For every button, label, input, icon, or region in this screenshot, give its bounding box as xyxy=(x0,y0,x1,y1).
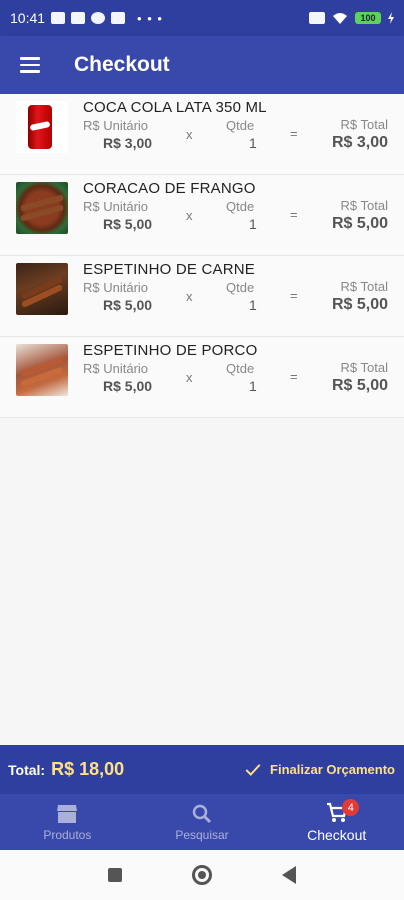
pork-skewer-image xyxy=(16,344,68,396)
total-price-label: R$ Total xyxy=(340,279,388,294)
bottom-navigation: Produtos Pesquisar Checkout 4 xyxy=(0,794,404,850)
unit-price-value: R$ 5,00 xyxy=(103,216,153,232)
unit-price-value: R$ 5,00 xyxy=(103,297,153,313)
status-bar: 10:41 • • • 100 xyxy=(0,0,404,36)
total-price-value: R$ 3,00 xyxy=(331,134,388,151)
total-amount: R$ 18,00 xyxy=(51,759,125,779)
status-time: 10:41 xyxy=(10,10,46,26)
total-price-label: R$ Total xyxy=(340,198,388,213)
quantity-label: Qtde xyxy=(226,118,255,133)
unit-price-label: R$ Unitário xyxy=(83,118,149,133)
nav-label: Produtos xyxy=(43,827,92,842)
quantity-label: Qtde xyxy=(226,361,255,376)
item-name: CORACAO DE FRANGO xyxy=(83,180,256,197)
nav-label: Checkout xyxy=(307,826,367,843)
total-bar: Total: R$ 18,00 Finalizar Orçamento xyxy=(0,745,404,794)
quantity-value: 1 xyxy=(249,216,257,232)
equals-sign: = xyxy=(290,207,298,222)
gallery-icon xyxy=(71,12,86,24)
item-name: ESPETINHO DE CARNE xyxy=(83,261,255,278)
unit-price-label: R$ Unitário xyxy=(83,199,149,214)
equals-sign: = xyxy=(290,126,298,141)
item-name: ESPETINHO DE PORCO xyxy=(83,342,258,359)
unit-price-label: R$ Unitário xyxy=(83,280,149,295)
total-price-label: R$ Total xyxy=(340,117,388,132)
battery-icon: 100 xyxy=(355,12,381,24)
home-icon[interactable] xyxy=(192,865,212,885)
hamburger-icon-line xyxy=(20,63,40,67)
page-title: Checkout xyxy=(74,53,170,76)
item-name: COCA COLA LATA 350 ML xyxy=(83,99,267,116)
multiply-sign: x xyxy=(186,370,193,385)
notification-icon xyxy=(51,12,66,24)
equals-sign: = xyxy=(290,369,298,384)
list-item[interactable]: ESPETINHO DE PORCO R$ Unitário R$ 5,00 x… xyxy=(0,337,404,418)
quantity-value: 1 xyxy=(249,378,257,394)
quantity-value: 1 xyxy=(249,135,257,151)
total-caption: Total: xyxy=(8,761,46,778)
total-price-label: R$ Total xyxy=(340,360,388,375)
recent-apps-icon[interactable] xyxy=(108,868,122,882)
wifi-icon xyxy=(333,13,347,24)
equals-sign: = xyxy=(290,288,298,303)
beef-skewer-image xyxy=(16,263,68,315)
back-icon[interactable] xyxy=(282,866,296,884)
total-price-value: R$ 5,00 xyxy=(331,215,388,232)
hamburger-icon xyxy=(20,57,40,60)
sim-icon xyxy=(309,12,325,24)
search-icon xyxy=(192,804,212,823)
cart-count-badge: 4 xyxy=(342,799,360,816)
multiply-sign: x xyxy=(186,208,193,223)
quantity-label: Qtde xyxy=(226,199,255,214)
soda-can-image xyxy=(16,101,68,153)
finalize-quote-button[interactable]: Finalizar Orçamento xyxy=(244,761,396,779)
chicken-heart-image xyxy=(16,182,68,234)
quantity-label: Qtde xyxy=(226,280,255,295)
unit-price-value: R$ 3,00 xyxy=(103,135,153,151)
unit-price-value: R$ 5,00 xyxy=(103,378,153,394)
more-notifications-icon: • • • xyxy=(137,10,163,26)
nav-item-pesquisar[interactable]: Pesquisar xyxy=(135,794,270,850)
multiply-sign: x xyxy=(186,127,193,142)
nav-item-checkout[interactable]: Checkout 4 xyxy=(269,794,404,850)
finalize-quote-label: Finalizar Orçamento xyxy=(270,762,395,777)
total-price-value: R$ 5,00 xyxy=(331,296,388,313)
list-item[interactable]: CORACAO DE FRANGO R$ Unitário R$ 5,00 x … xyxy=(0,175,404,256)
app-notification-icon xyxy=(111,12,126,24)
hamburger-icon-line xyxy=(20,70,40,73)
check-icon xyxy=(245,763,261,776)
total-price-value: R$ 5,00 xyxy=(331,377,388,394)
checkout-item-list: COCA COLA LATA 350 ML R$ Unitário R$ 3,0… xyxy=(0,94,404,418)
nav-label: Pesquisar xyxy=(175,827,229,842)
vpn-icon xyxy=(91,12,106,24)
unit-price-label: R$ Unitário xyxy=(83,361,149,376)
system-navigation-bar xyxy=(0,850,404,900)
charging-icon xyxy=(388,12,394,24)
list-item[interactable]: COCA COLA LATA 350 ML R$ Unitário R$ 3,0… xyxy=(0,94,404,175)
menu-button[interactable] xyxy=(0,36,60,94)
nav-item-produtos[interactable]: Produtos xyxy=(0,794,135,850)
store-icon xyxy=(57,804,78,823)
list-item[interactable]: ESPETINHO DE CARNE R$ Unitário R$ 5,00 x… xyxy=(0,256,404,337)
quantity-value: 1 xyxy=(249,297,257,313)
app-bar: Checkout xyxy=(0,36,404,94)
multiply-sign: x xyxy=(186,289,193,304)
